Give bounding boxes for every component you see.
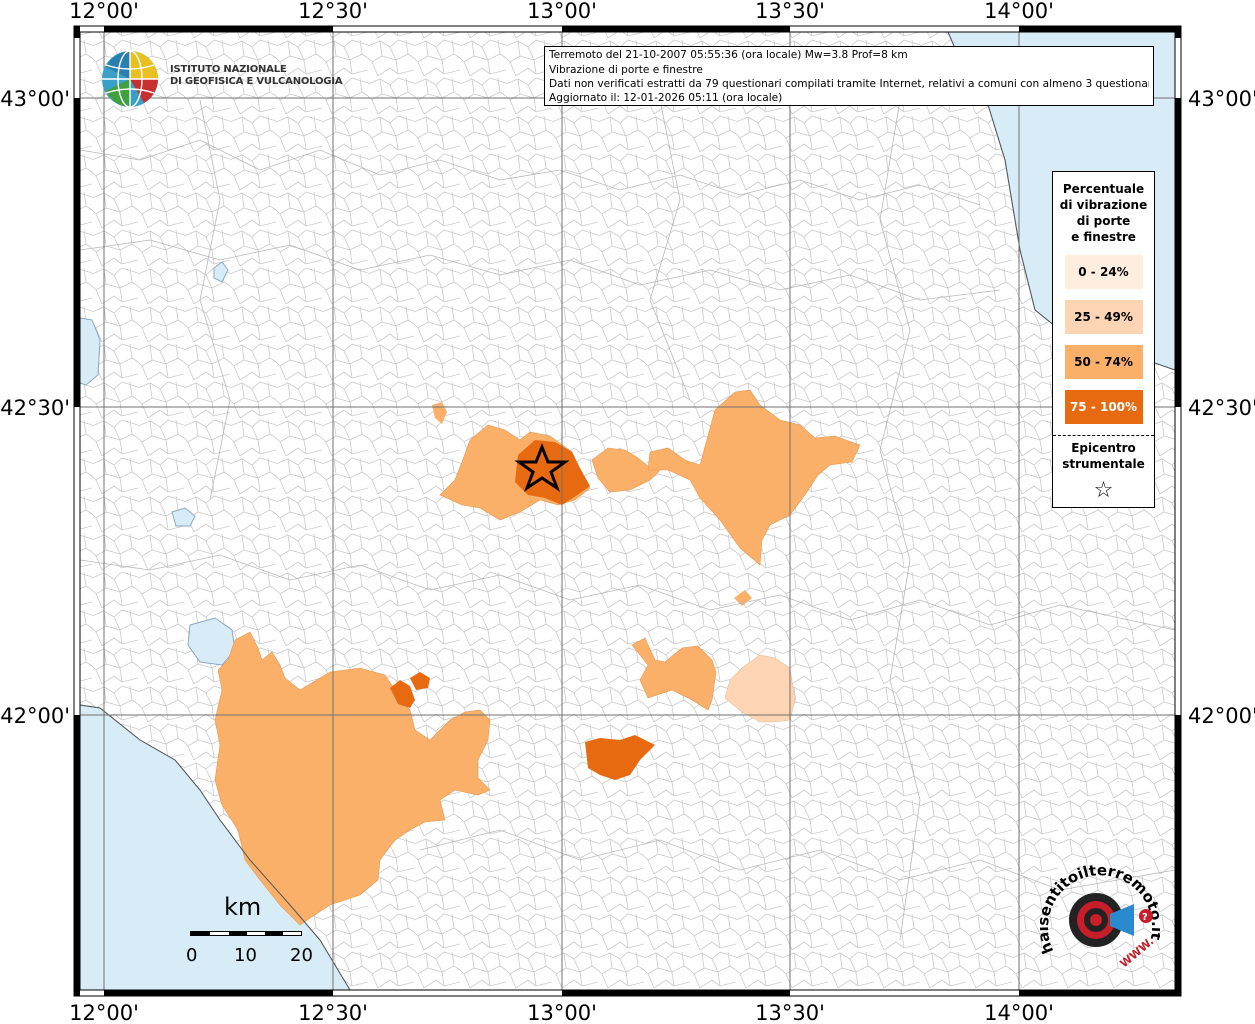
lon-label-top: 14°00' [984, 0, 1054, 23]
scale-unit: km [224, 893, 262, 921]
legend-item-label: 75 - 100% [1069, 400, 1138, 414]
lon-label-bottom: 12°30' [298, 1001, 368, 1024]
legend-star-icon: ☆ [1093, 478, 1114, 503]
legend-divider [1053, 435, 1154, 436]
legend-epicenter-label: Epicentro strumentale [1053, 440, 1154, 472]
legend-item-75-100: 75 - 100% [1064, 390, 1143, 424]
event-info-line: Aggiornato il: 12-01-2026 05:11 (ora loc… [549, 92, 783, 104]
ingv-globe-icon [102, 50, 158, 108]
ingv-logo: ISTITUTO NAZIONALE DI GEOFISICA E VULCAN… [100, 47, 343, 111]
legend-item-50-74: 50 - 74% [1064, 345, 1143, 379]
lat-label-right: 42°00' [1188, 704, 1255, 728]
lat-label-left: 42°00' [0, 704, 70, 728]
svg-text:?: ? [1142, 912, 1148, 923]
legend-item-label: 50 - 74% [1074, 355, 1133, 369]
lon-label-bottom: 12°00' [69, 1001, 139, 1024]
legend-item-25-49: 25 - 49% [1064, 300, 1143, 334]
legend-title: Percentuale di vibrazione di porte e fin… [1053, 181, 1154, 245]
ingv-name: ISTITUTO NAZIONALE DI GEOFISICA E VULCAN… [170, 64, 343, 88]
legend-epicenter-line: Epicentro [1071, 441, 1136, 455]
scale-tick-label: 10 [234, 945, 257, 966]
scale-bar: km 0 10 20 [186, 893, 316, 973]
legend-epicenter-line: strumentale [1062, 457, 1145, 471]
legend-title-line: e finestre [1071, 230, 1136, 244]
legend-item-label: 0 - 24% [1078, 265, 1129, 279]
legend-title-line: di vibrazione [1059, 198, 1148, 212]
legend-item-label: 25 - 49% [1074, 310, 1133, 324]
lon-label-top: 13°00' [527, 0, 597, 23]
lon-label-bottom: 13°30' [755, 1001, 825, 1024]
event-info-box: Terremoto del 21-10-2007 05:55:36 (ora l… [544, 46, 1154, 106]
lon-label-bottom: 14°00' [984, 1001, 1054, 1024]
lon-label-top: 13°30' [755, 0, 825, 23]
lat-label-right: 42°30' [1188, 396, 1255, 420]
legend: Percentuale di vibrazione di porte e fin… [1052, 171, 1155, 508]
scale-tick-label: 20 [290, 945, 313, 966]
lat-label-left: 43°00' [0, 87, 70, 111]
event-info-line: Vibrazione di porte e finestre [549, 64, 703, 76]
ingv-name-line2: DI GEOFISICA E VULCANOLOGIA [170, 76, 343, 87]
lon-label-top: 12°00' [69, 0, 139, 23]
ingv-name-line1: ISTITUTO NAZIONALE [170, 64, 287, 75]
scale-tick-label: 0 [186, 945, 198, 966]
lat-label-left: 42°30' [0, 396, 70, 420]
legend-title-line: di porte [1076, 214, 1131, 228]
legend-title-line: Percentuale [1062, 182, 1145, 196]
badge-url-prefix: WWW. [1118, 935, 1157, 970]
scale-bar-graphic [190, 931, 302, 936]
lat-label-right: 43°00' [1188, 87, 1255, 111]
event-info-line: Terremoto del 21-10-2007 05:55:36 (ora l… [549, 49, 908, 61]
event-info-line: Dati non verificati estratti da 79 quest… [549, 78, 1149, 90]
haisentito-badge[interactable]: haisentitoilterremoto.it WWW. ? [1040, 860, 1160, 980]
legend-item-0-24: 0 - 24% [1064, 255, 1143, 289]
lon-label-bottom: 13°00' [527, 1001, 597, 1024]
lon-label-top: 12°30' [298, 0, 368, 23]
